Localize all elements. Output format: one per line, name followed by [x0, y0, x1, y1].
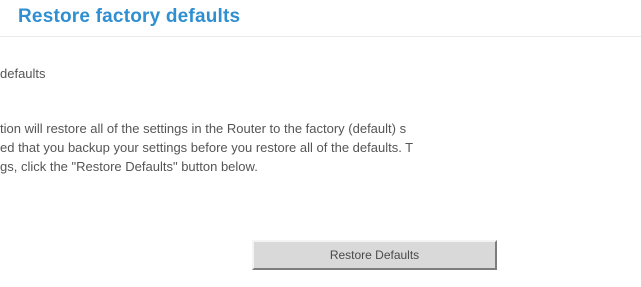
description-text: tion will restore all of the settings in… — [0, 119, 641, 176]
restore-defaults-page: Restore factory defaults defaults tion w… — [0, 0, 641, 287]
restore-defaults-button[interactable]: Restore Defaults — [252, 240, 497, 270]
description-line: gs, click the "Restore Defaults" button … — [0, 159, 258, 174]
page-title: Restore factory defaults — [18, 6, 241, 27]
section-subheading: defaults — [0, 66, 46, 81]
title-divider — [0, 36, 641, 37]
description-line: ed that you backup your settings before … — [0, 140, 414, 155]
description-line: tion will restore all of the settings in… — [0, 121, 407, 136]
